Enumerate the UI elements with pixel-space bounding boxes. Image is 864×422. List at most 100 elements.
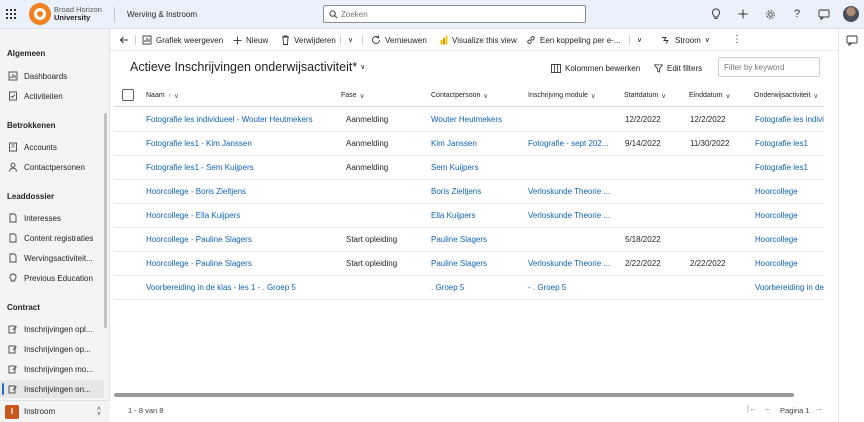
cell-naam[interactable]: Hoorcollege - Pauline Slagers: [146, 252, 252, 275]
chat-icon[interactable]: [817, 7, 831, 21]
nav-item-previous-education[interactable]: Previous Education: [0, 269, 104, 287]
refresh-button[interactable]: Vernieuwen: [371, 33, 427, 47]
show-chart-button[interactable]: Grafiek weergeven: [142, 33, 223, 47]
cell-activiteit[interactable]: Hoorcollege: [755, 204, 798, 227]
first-page-button[interactable]: |←: [747, 404, 757, 413]
new-button[interactable]: Nieuw: [233, 33, 268, 47]
waffle-icon[interactable]: [0, 0, 22, 29]
visualize-button[interactable]: Visualize this view: [440, 33, 517, 47]
cell-contact[interactable]: Pauline Slagers: [431, 252, 487, 275]
cell-activiteit[interactable]: Voorbereiding in de: [755, 276, 824, 299]
edit-columns-button[interactable]: Kolommen bewerken: [551, 62, 640, 74]
column-header-naam[interactable]: Naam ↑ ∨: [146, 84, 179, 107]
select-all-checkbox[interactable]: [122, 89, 134, 101]
flow-button[interactable]: Stroom ∨: [661, 33, 710, 47]
cell-contact[interactable]: Wouter Heutmekers: [431, 108, 502, 131]
app-name[interactable]: Werving & Instroom: [127, 10, 197, 19]
nav-item-label: Previous Education: [24, 273, 93, 283]
nav-item-contactpersonen[interactable]: Contactpersonen: [0, 158, 104, 176]
cell-fase: Aanmelding: [346, 139, 389, 148]
user-avatar[interactable]: [843, 6, 859, 22]
nav-item-interesses[interactable]: Interesses: [0, 209, 104, 227]
cell-module[interactable]: Verloskunde Theorie ...: [528, 204, 610, 227]
column-header-contactpersoon[interactable]: Contactpersoon ∨: [431, 84, 488, 107]
cell-activiteit[interactable]: Hoorcollege: [755, 228, 798, 251]
cell-module[interactable]: - . Groep 5: [528, 276, 566, 299]
nav-scrollbar[interactable]: [104, 113, 107, 328]
table-row[interactable]: Hoorcollege - Pauline Slagers Start oplei…: [114, 228, 824, 252]
cell-module[interactable]: Verloskunde Theorie ...: [528, 252, 610, 275]
column-header-fase[interactable]: Fase ∨: [341, 84, 364, 107]
keyword-filter-input[interactable]: [718, 57, 820, 77]
cell-contact[interactable]: Boris Zieltjens: [431, 180, 481, 203]
cell-naam[interactable]: Hoorcollege - Pauline Slagers: [146, 228, 252, 251]
cell-start: 9/14/2022: [625, 139, 661, 148]
nav-item-inschrijvingen-mo[interactable]: Inschrijvingen mo...: [0, 360, 104, 378]
brand-name: Broad Horizon University: [54, 6, 102, 22]
cell-contact[interactable]: . Groep 5: [431, 276, 464, 299]
cell-contact[interactable]: Ella Kuijpers: [431, 204, 475, 227]
cell-activiteit[interactable]: Fotografie les individ: [755, 108, 824, 131]
horizontal-scrollbar[interactable]: [114, 393, 794, 397]
area-switcher[interactable]: I Instroom ˄ ˅: [0, 400, 110, 422]
cell-module[interactable]: Verloskunde Theorie ...: [528, 180, 610, 203]
column-header-startdatum[interactable]: Startdatum ∨: [624, 84, 666, 107]
settings-icon[interactable]: [763, 7, 777, 21]
more-commands-button[interactable]: ⋮: [732, 33, 742, 47]
more-delete-options[interactable]: ∨: [348, 33, 353, 47]
email-link-label: Een koppeling per e-...: [540, 35, 621, 45]
previous-page-button[interactable]: ←: [764, 404, 772, 413]
cell-naam[interactable]: Hoorcollege - Ella Kuijpers: [146, 204, 240, 227]
table-row[interactable]: Hoorcollege - Ella Kuijpers Ella Kuijpers…: [114, 204, 824, 228]
cell-module[interactable]: Fotografie - sept 202...: [528, 132, 609, 155]
nav-item-inschrijvingen-op[interactable]: Inschrijvingen op...: [0, 340, 104, 358]
plus-icon[interactable]: [736, 7, 750, 21]
cell-naam[interactable]: Fotografie les individueel - Wouter Heut…: [146, 108, 313, 131]
help-icon[interactable]: ?: [790, 7, 804, 21]
nav-item-content-registraties[interactable]: Content registraties: [0, 229, 104, 247]
column-header-module[interactable]: Inschrijving module ∨: [528, 84, 596, 107]
nav-item-inschrijvingen-opl[interactable]: Inschrijvingen opl...: [0, 320, 104, 338]
next-page-button[interactable]: →: [815, 404, 823, 413]
table-row[interactable]: Voorbereiding in de klas - les 1 - . Gro…: [114, 276, 824, 300]
cell-naam[interactable]: Voorbereiding in de klas - les 1 - . Gro…: [146, 276, 296, 299]
table-row[interactable]: Hoorcollege - Boris Zieltjens Boris Zielt…: [114, 180, 824, 204]
cell-contact[interactable]: Kim Janssen: [431, 132, 477, 155]
delete-button[interactable]: Verwijderen: [281, 33, 336, 47]
cell-activiteit[interactable]: Fotografie les1: [755, 132, 808, 155]
lightbulb-icon[interactable]: [709, 7, 723, 21]
nav-item-dashboards[interactable]: Dashboards: [0, 67, 104, 85]
column-header-einddatum[interactable]: Einddatum ∨: [689, 84, 730, 107]
global-search-box[interactable]: Zoeken: [323, 5, 586, 23]
nav-item-wervingsactiviteit[interactable]: Wervingsactiviteit...: [0, 249, 104, 267]
nav-item-inschrijvingen-on[interactable]: Inschrijvingen on...: [0, 380, 104, 398]
visualize-label: Visualize this view: [452, 35, 517, 45]
edit-filters-button[interactable]: Edit filters: [654, 62, 702, 74]
nav-item-label: Inschrijvingen opl...: [24, 324, 93, 334]
cell-naam[interactable]: Fotografie les1 - Kim Janssen: [146, 132, 252, 155]
chart-icon: [142, 35, 152, 45]
cell-contact[interactable]: Sem Kuijpers: [431, 156, 479, 179]
copilot-chat-icon[interactable]: [846, 35, 858, 48]
cell-activiteit[interactable]: Hoorcollege: [755, 252, 798, 275]
cell-activiteit[interactable]: Hoorcollege: [755, 180, 798, 203]
table-row[interactable]: Fotografie les1 - Kim Janssen Aanmelding K…: [114, 132, 824, 156]
nav-item-accounts[interactable]: Accounts: [0, 138, 104, 156]
trash-icon: [281, 35, 290, 45]
column-header-onderwijsactiviteit[interactable]: Onderwijsactiviteit ∨: [754, 84, 818, 107]
cell-naam[interactable]: Fotografie les1 - Sem Kuijpers: [146, 156, 254, 179]
power-bi-icon: [440, 35, 448, 45]
table-row[interactable]: Fotografie les1 - Sem Kuijpers Aanmelding…: [114, 156, 824, 180]
back-button[interactable]: [119, 33, 129, 47]
divider: [629, 35, 630, 45]
cell-naam[interactable]: Hoorcollege - Boris Zieltjens: [146, 180, 246, 203]
cell-contact[interactable]: Pauline Slagers: [431, 228, 487, 251]
table-row[interactable]: Hoorcollege - Pauline Slagers Start oplei…: [114, 252, 824, 276]
cell-start: 2/22/2022: [625, 259, 661, 268]
table-row[interactable]: Fotografie les individueel - Wouter Heut…: [114, 108, 824, 132]
email-link-button[interactable]: Een koppeling per e-...: [526, 33, 621, 47]
more-email-options[interactable]: ∨: [637, 33, 642, 47]
nav-item-activiteiten[interactable]: Activiteiten: [0, 87, 104, 105]
cell-activiteit[interactable]: Fotografie les1: [755, 156, 808, 179]
view-selector[interactable]: Actieve Inschrijvingen onderwijsactivite…: [130, 60, 365, 74]
